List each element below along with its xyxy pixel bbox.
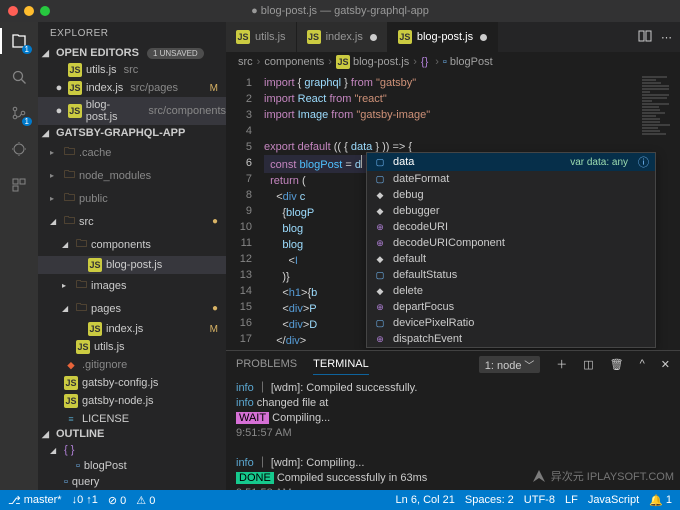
breadcrumb-item[interactable]: JSblog-post.js <box>336 55 409 69</box>
breadcrumb[interactable]: src›components›JSblog-post.js›{}›▫blogPo… <box>226 52 680 72</box>
tree-item[interactable]: JSgatsby-config.js <box>38 374 226 392</box>
editor-area: JSutils.jsJSindex.jsJSblog-post.js ⋯ src… <box>226 22 680 490</box>
status-bar: ⎇ master* ↓0 ↑1 ⊘ 0 ⚠ 0 Ln 6, Col 21 Spa… <box>0 490 680 510</box>
new-terminal-icon[interactable]: ＋ <box>556 356 567 372</box>
tree-item[interactable]: ◆.gitignore <box>38 356 226 374</box>
cursor-position[interactable]: Ln 6, Col 21 <box>396 494 455 506</box>
tree-item[interactable]: ▸🗀public <box>38 187 226 210</box>
tree-item[interactable]: JSgatsby-node.js <box>38 392 226 410</box>
split-terminal-icon[interactable]: ◫ <box>583 358 593 371</box>
errors-indicator[interactable]: ⊘ 0 <box>108 494 126 507</box>
close-panel-icon[interactable]: ✕ <box>661 358 670 371</box>
minimize-window-icon[interactable] <box>24 6 34 16</box>
suggest-item[interactable]: ▢datavar data: anyⓘ <box>367 153 655 171</box>
editor-tab[interactable]: JSutils.js <box>226 22 297 52</box>
outline-item[interactable]: ▫blogPost <box>38 458 226 474</box>
suggest-item[interactable]: ▢dateFormat <box>367 171 655 187</box>
window-controls <box>0 6 50 16</box>
sidebar-title: EXPLORER <box>38 22 226 45</box>
maximize-window-icon[interactable] <box>40 6 50 16</box>
suggest-item[interactable]: ⊕departFocus <box>367 299 655 315</box>
sync-indicator[interactable]: ↓0 ↑1 <box>72 494 98 506</box>
suggest-item[interactable]: ⊕dispatchEvent <box>367 331 655 347</box>
outline-item[interactable]: ◢{ } <box>38 442 226 458</box>
outline-header[interactable]: ◢OUTLINE <box>38 426 226 442</box>
tree-item[interactable]: ▸🗀images <box>38 274 226 297</box>
tree-item[interactable]: ◢🗀src● <box>38 210 226 233</box>
tree-item[interactable]: ◢🗀pages● <box>38 297 226 320</box>
editor-tab[interactable]: JSblog-post.js <box>388 22 498 52</box>
tree-item[interactable]: ▸🗀.cache <box>38 141 226 164</box>
scm-badge: 1 <box>22 117 32 126</box>
more-icon[interactable]: ⋯ <box>661 31 672 44</box>
open-editor-item[interactable]: JSutils.jssrc <box>38 61 226 79</box>
suggest-item[interactable]: ◆default <box>367 251 655 267</box>
titlebar: ● blog-post.js — gatsby-graphql-app <box>0 0 680 22</box>
compare-icon[interactable] <box>637 28 653 47</box>
breadcrumb-item[interactable]: src <box>238 56 253 68</box>
line-numbers: 1234567891011121314151617181920 <box>226 72 260 350</box>
search-icon[interactable] <box>8 66 30 88</box>
sidebar: EXPLORER ◢OPEN EDITORS1 UNSAVED JSutils.… <box>38 22 226 490</box>
language-indicator[interactable]: JavaScript <box>588 494 639 506</box>
encoding-indicator[interactable]: UTF-8 <box>524 494 555 506</box>
breadcrumb-item[interactable]: {} <box>421 56 431 68</box>
tree-item[interactable]: ◢🗀components <box>38 233 226 256</box>
suggest-item[interactable]: ▢defaultStatus <box>367 267 655 283</box>
suggest-item[interactable]: ◆delete <box>367 283 655 299</box>
open-editors-header[interactable]: ◢OPEN EDITORS1 UNSAVED <box>38 45 226 61</box>
editor-tabs: JSutils.jsJSindex.jsJSblog-post.js ⋯ <box>226 22 680 52</box>
terminal-output[interactable]: info ｜ [wdm]: Compiled successfully.info… <box>226 377 680 490</box>
suggest-item[interactable]: ◆debug <box>367 187 655 203</box>
breadcrumb-item[interactable]: components <box>264 56 324 68</box>
debug-icon[interactable] <box>8 138 30 160</box>
tree-item[interactable]: ▸🗀node_modules <box>38 164 226 187</box>
tab-problems[interactable]: PROBLEMS <box>236 354 297 374</box>
source-control-icon[interactable]: 1 <box>8 102 30 124</box>
suggest-item[interactable]: ◆debugger <box>367 203 655 219</box>
kill-terminal-icon[interactable]: 🗑 <box>610 358 624 371</box>
open-editor-item[interactable]: ●JSindex.jssrc/pagesM <box>38 79 226 97</box>
tree-item[interactable]: JSindex.jsM <box>38 320 226 338</box>
terminal-dropdown[interactable]: 1: node ﹀ <box>479 356 540 373</box>
tab-terminal[interactable]: TERMINAL <box>313 354 369 375</box>
explorer-icon[interactable]: 1 <box>8 30 30 52</box>
open-editor-item[interactable]: ●JSblog-post.jssrc/components <box>38 97 226 125</box>
project-header[interactable]: ◢GATSBY-GRAPHQL-APP <box>38 125 226 141</box>
extensions-icon[interactable] <box>8 174 30 196</box>
close-window-icon[interactable] <box>8 6 18 16</box>
breadcrumb-item[interactable]: ▫blogPost <box>443 56 493 68</box>
bottom-panel: PROBLEMS TERMINAL 1: node ﹀ ＋ ◫ 🗑 ^ ✕ in… <box>226 350 680 490</box>
indent-indicator[interactable]: Spaces: 2 <box>465 494 514 506</box>
suggest-item[interactable]: ▢devicePixelRatio <box>367 315 655 331</box>
warnings-indicator[interactable]: ⚠ 0 <box>136 494 155 507</box>
unsaved-badge: 1 <box>22 45 32 54</box>
tree-item[interactable]: ≡LICENSE <box>38 410 226 426</box>
eol-indicator[interactable]: LF <box>565 494 578 506</box>
outline-item[interactable]: ▫query <box>38 474 226 490</box>
suggest-item[interactable]: ⊕decodeURI <box>367 219 655 235</box>
activity-bar: 1 1 <box>0 22 38 490</box>
window-title: ● blog-post.js — gatsby-graphql-app <box>251 5 429 17</box>
intellisense-popup[interactable]: ▢datavar data: anyⓘ▢dateFormat◆debug◆deb… <box>366 152 656 348</box>
editor-tab[interactable]: JSindex.js <box>297 22 388 52</box>
tree-item[interactable]: JSblog-post.js <box>38 256 226 274</box>
notifications-icon[interactable]: 🔔 1 <box>649 494 672 507</box>
tree-item[interactable]: JSutils.js <box>38 338 226 356</box>
branch-indicator[interactable]: ⎇ master* <box>8 494 62 507</box>
suggest-item[interactable]: ⊕decodeURIComponent <box>367 235 655 251</box>
maximize-panel-icon[interactable]: ^ <box>640 358 645 370</box>
